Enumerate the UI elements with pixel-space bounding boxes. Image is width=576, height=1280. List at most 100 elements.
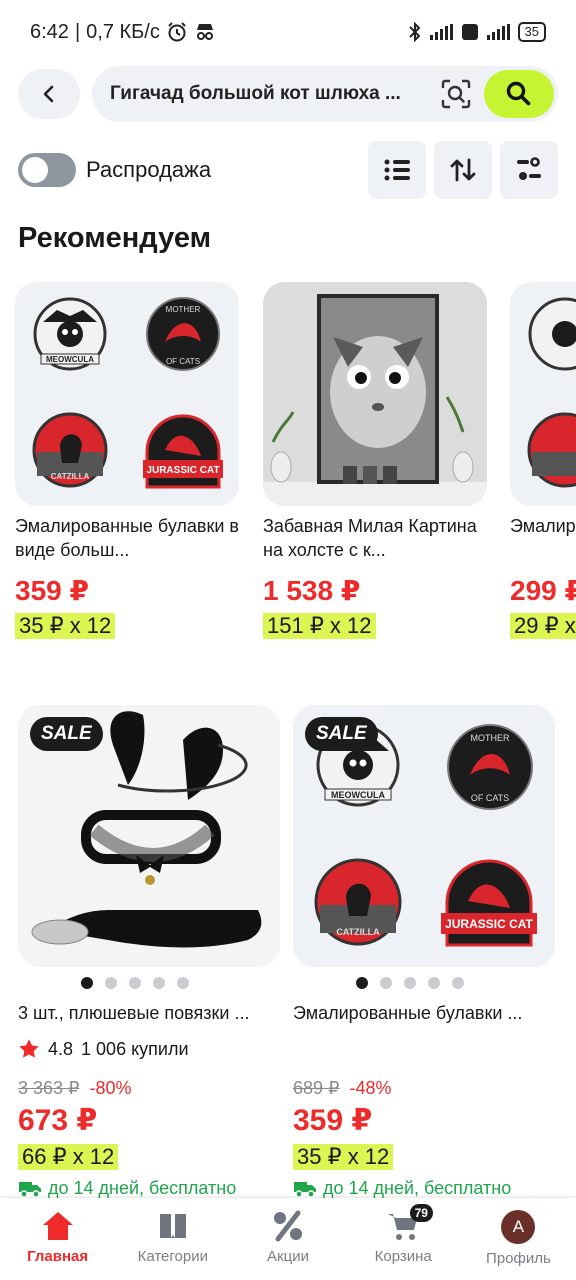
avatar: А [501,1210,536,1244]
product-card[interactable]: MEOWCULA MOTHER OF CATS CATZILLA JURASSI… [293,705,555,1199]
search-query-text: Гигачад большой кот шлюха ... [110,83,401,104]
enamel-pins-image [527,297,576,488]
rating-value: 4.8 [48,1038,74,1059]
filter-icon [517,157,541,180]
recommended-item[interactable]: Эмалир булавки 299 ₽ 29 ₽ x 12 [510,282,576,639]
installment-badge: 151 ₽ x 12 [263,613,376,639]
pin-text-catzilla: CATZILLA [51,472,90,481]
discount-percent: -80% [89,1078,132,1098]
old-price: 3 363 ₽ [18,1078,80,1098]
tab-promo[interactable]: Акции [230,1198,345,1280]
sale-toggle-label: Распродажа [86,157,212,182]
catalog-book-icon [159,1214,186,1238]
signal-4g-icon [429,24,453,40]
image-pager-dots [18,977,252,989]
filter-button[interactable] [500,141,558,199]
search-button[interactable] [484,70,554,118]
product-price: 673 ₽ [18,1104,98,1137]
discount-percent: -48% [349,1078,392,1098]
delivery-info: до 14 дней, бесплатно [18,1178,280,1199]
list-view-button[interactable] [368,141,426,199]
product-rating: 4.8 1 006 купили [18,1038,280,1060]
pin-text-mother: MOTHER [471,733,510,743]
product-name: Эмалированные булавки в виде больш... [15,516,239,560]
product-name: Эмалированные булавки ... [293,1003,523,1023]
tab-home[interactable]: Главная [0,1198,115,1280]
product-image: SALE [18,705,280,967]
tab-cart[interactable]: 79 Корзина [346,1198,461,1280]
image-search-icon[interactable] [440,78,472,110]
pin-text-of-cats: OF CATS [471,793,509,803]
pin-text-of-cats: OF CATS [166,357,200,366]
bluetooth-icon [408,22,420,42]
pin-text-meowcula: MEOWCULA [46,355,94,364]
delivery-truck-icon [19,1181,41,1198]
tab-label: Профиль [486,1250,551,1267]
back-button[interactable] [18,69,80,119]
cart-count-badge: 79 [409,1204,433,1222]
delivery-info: до 14 дней, бесплатно [293,1178,555,1199]
product-price: 359 ₽ [15,575,89,606]
incognito-icon [196,24,213,40]
product-name: Забавная Милая Картина на холсте с к... [263,516,477,560]
bottom-tab-bar: Главная Категории Акции 79 Корзина А Про… [0,1198,576,1280]
delivery-truck-icon [294,1181,316,1198]
pin-text-jurassic: JURASSIC CAT [146,465,219,476]
delivery-text: до 14 дней, бесплатно [323,1178,512,1198]
tab-label: Корзина [374,1248,432,1265]
old-price: 689 ₽ [293,1078,340,1098]
pin-text-mother: MOTHER [166,305,201,314]
installment-badge: 35 ₽ x 12 [293,1144,394,1170]
sale-badge: SALE [30,717,103,751]
product-image [263,282,487,506]
signal-icon [486,24,510,40]
product-image: MEOWCULA MOTHER OF CATS CATZILLA JURASSI… [15,282,239,506]
star-icon [19,1039,39,1058]
sort-icon [450,158,476,182]
product-price: 299 ₽ [510,575,576,606]
tab-label: Категории [137,1248,208,1265]
product-name: 3 шт., плюшевые повязки ... [18,1003,250,1023]
tab-label: Главная [27,1248,89,1265]
bought-count: 1 006 купили [81,1038,189,1059]
recommended-item[interactable]: Забавная Милая Картина на холсте с к... … [263,282,487,639]
sale-badge: SALE [305,717,378,751]
alarm-icon [168,22,186,42]
status-network-speed: 0,7 КБ/с [86,20,160,43]
volte-icon [461,24,478,40]
percent-icon [274,1210,302,1242]
home-icon [42,1212,73,1240]
installment-badge: 29 ₽ x 12 [510,613,576,639]
cat-painting-image [263,282,487,506]
product-card[interactable]: SALE 3 шт., плюшевые повязки ... 4.8 1 0… [18,705,280,1199]
delivery-text: до 14 дней, бесплатно [48,1178,237,1198]
search-input[interactable]: Гигачад большой кот шлюха ... [92,66,558,122]
chevron-left-icon [43,85,54,103]
product-name: Эмалир булавки [510,516,576,536]
tab-profile[interactable]: А Профиль [461,1198,576,1280]
sale-toggle[interactable] [18,153,76,187]
sort-button[interactable] [434,141,492,199]
product-price: 359 ₽ [293,1104,373,1137]
battery-icon: 35 [517,22,546,42]
tab-categories[interactable]: Категории [115,1198,230,1280]
section-title: Рекомендуем [18,222,212,254]
tab-label: Акции [267,1248,309,1265]
enamel-pins-image: MEOWCULA MOTHER OF CATS CATZILLA JURASSI… [32,297,223,489]
installment-badge: 66 ₽ x 12 [18,1144,119,1170]
status-time: 6:42 [30,20,69,43]
product-image [510,282,576,506]
pin-text-meowcula: MEOWCULA [331,790,385,800]
search-row: Гигачад большой кот шлюха ... [18,66,558,122]
search-icon [506,81,531,106]
list-icon [384,159,410,181]
status-bar: 6:42 | 0,7 КБ/с 35 [0,0,576,64]
product-image: MEOWCULA MOTHER OF CATS CATZILLA JURASSI… [293,705,555,967]
product-price: 1 538 ₽ [263,575,361,606]
pin-text-jurassic: JURASSIC CAT [445,917,533,931]
installment-badge: 35 ₽ x 12 [15,613,116,639]
recommended-item[interactable]: MEOWCULA MOTHER OF CATS CATZILLA JURASSI… [15,282,239,639]
filter-row: Распродажа [18,140,558,200]
pin-text-catzilla: CATZILLA [336,927,380,937]
image-pager-dots [293,977,527,989]
